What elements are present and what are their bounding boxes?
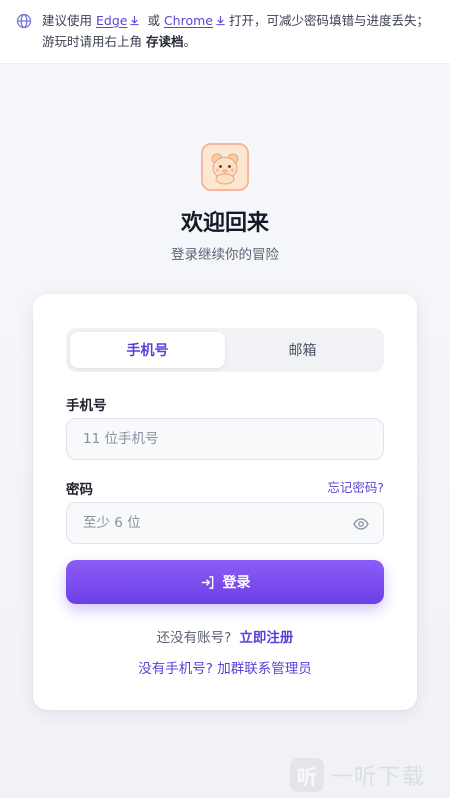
login-page: 建议使用 Edge 或 Chrome 打开，可减少密码填错与进度丢失；游玩时请用右… [0,0,450,798]
app-logo [201,143,249,191]
tab-phone[interactable]: 手机号 [70,332,225,368]
register-prompt: 还没有账号? 立即注册 [33,626,417,646]
contact-admin-link[interactable]: 没有手机号? 加群联系管理员 [33,657,417,677]
login-button-label: 登录 [222,574,251,590]
phone-field-wrapper [66,418,384,460]
forgot-password-link[interactable]: 忘记密码? [327,477,384,496]
chrome-link[interactable]: Chrome [164,13,213,28]
register-link[interactable]: 立即注册 [239,630,293,646]
save-load-hint: 存读档 [146,34,184,49]
login-method-tabs: 手机号 邮箱 [66,328,384,372]
watermark-text: 一听下载 [330,765,427,790]
login-card: 手机号 邮箱 手机号 密码 忘记密码? 登录 还没有账号?立即注册 没有手机号 [33,294,417,710]
tab-email[interactable]: 邮箱 [225,332,380,368]
no-account-text: 还没有账号? [156,630,232,646]
notice-text: 建议使用 Edge 或 Chrome 打开，可减少密码填错与进度丢失；游玩时请用右… [42,10,436,63]
eye-icon[interactable] [353,516,369,532]
phone-label: 手机号 [66,398,107,414]
edge-link[interactable]: Edge [96,13,127,28]
notice-or: 或 [147,13,160,28]
notice-prefix: 建议使用 [42,13,93,28]
phone-input[interactable] [83,431,367,447]
login-icon [201,575,213,589]
download-icon[interactable] [129,15,140,26]
notice-end: 。 [183,34,197,49]
browser-notice-banner: 建议使用 Edge 或 Chrome 打开，可减少密码填错与进度丢失；游玩时请用右… [0,0,450,64]
password-label: 密码 [66,482,93,498]
globe-icon [16,13,32,29]
password-field-wrapper [66,502,384,544]
bear-icon [211,153,239,185]
download-icon[interactable] [215,15,226,26]
page-subtitle: 登录继续你的冒险 [171,247,279,263]
password-input[interactable] [83,515,367,531]
watermark: 听 一听下载 [290,756,450,794]
login-button[interactable]: 登录 [66,560,384,604]
page-title: 欢迎回来 [180,211,269,236]
watermark-badge: 听 [290,758,324,792]
